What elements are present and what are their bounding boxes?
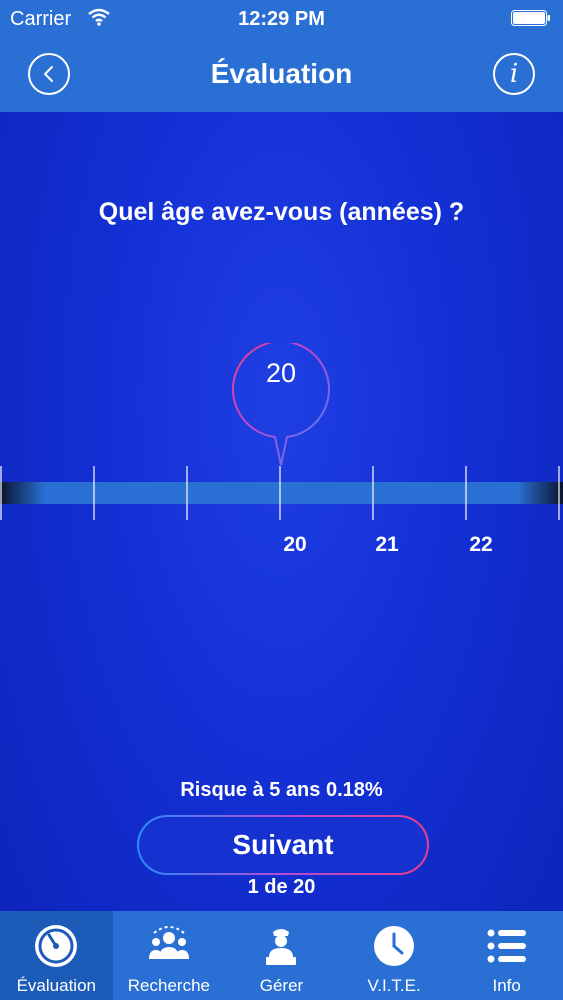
next-button[interactable]: Suivant: [137, 815, 429, 875]
tick-label: 21: [375, 533, 399, 556]
tab-bar: Évaluation Recherche Gérer V.I.T.E. Info: [0, 911, 563, 1000]
tab-info[interactable]: Info: [450, 911, 563, 1000]
tab-gerer[interactable]: Gérer: [225, 911, 338, 1000]
status-time: 12:29 PM: [238, 8, 325, 30]
progress-text: 1 de 20: [247, 876, 316, 898]
tab-label: Évaluation: [16, 976, 96, 995]
tick-label: 22: [469, 533, 493, 556]
tick-label: 20: [283, 533, 307, 556]
gauge-icon: [35, 925, 78, 967]
info-button[interactable]: i: [493, 53, 535, 95]
tab-vite[interactable]: V.I.T.E.: [338, 911, 451, 1000]
tab-label: Recherche: [127, 976, 210, 995]
tab-recherche[interactable]: Recherche: [113, 911, 226, 1000]
list-icon: [487, 929, 526, 963]
tab-label: V.I.T.E.: [367, 976, 421, 995]
selected-value: 20: [265, 358, 297, 388]
age-slider[interactable]: [0, 462, 563, 522]
tick-label: 2: [555, 533, 563, 557]
nav-bar: Évaluation i: [0, 36, 563, 112]
status-bar: Carrier 12:29 PM: [0, 0, 563, 36]
battery-icon: [511, 10, 550, 26]
people-icon: [148, 926, 189, 959]
clock-icon: [374, 926, 415, 966]
risk-text: Risque à 5 ans 0.18%: [180, 779, 383, 801]
tab-label: Info: [492, 976, 521, 995]
page-title: Évaluation: [210, 58, 353, 89]
info-icon: i: [509, 59, 519, 89]
question-text: Quel âge avez-vous (années) ?: [98, 198, 465, 226]
tab-evaluation[interactable]: Évaluation: [0, 911, 113, 1000]
tab-label: Gérer: [259, 976, 304, 995]
doctor-icon: [266, 929, 297, 965]
